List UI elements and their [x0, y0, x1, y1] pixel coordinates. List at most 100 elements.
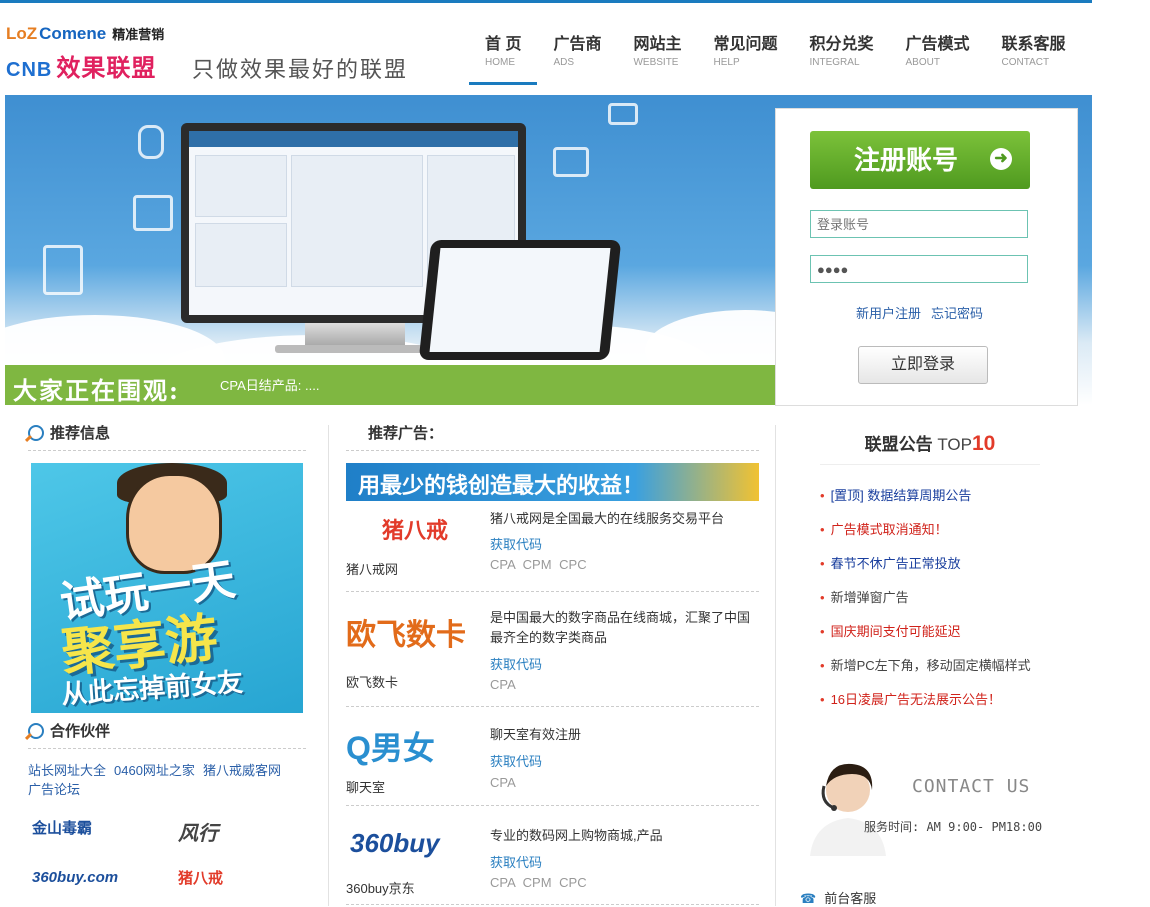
- notice-title-top: TOP: [937, 435, 972, 454]
- notice-item[interactable]: 春节不休广告正常投放: [820, 547, 1060, 581]
- ad-logo[interactable]: 欧飞数卡: [346, 610, 480, 652]
- nav-item-ads[interactable]: 广告商 ADS: [537, 30, 617, 86]
- news-ticker: 大家正在围观: CPA日结产品: ....: [5, 365, 775, 405]
- arrow-right-icon: ➜: [990, 148, 1012, 170]
- brand-cnb-mark: CNB: [6, 59, 53, 81]
- nav-label: 首 页: [485, 36, 522, 53]
- customer-service-avatar: [810, 763, 886, 856]
- partner-links: 站长网址大全 0460网址之家 猪八戒威客网广告论坛: [28, 761, 306, 799]
- get-code-link[interactable]: 获取代码: [490, 751, 542, 770]
- mail-icon: [608, 103, 638, 125]
- nav-sublabel: HELP: [713, 57, 740, 68]
- search-icon: [28, 424, 44, 441]
- username-input[interactable]: [810, 210, 1028, 238]
- notice-item[interactable]: 广告模式取消通知！: [820, 513, 1060, 547]
- register-label: 注册账号: [854, 145, 959, 175]
- site-logo[interactable]: LoZ Comene 精准营销 CNB 效果联盟 只做效果最好的联盟: [6, 22, 436, 83]
- monitor-base: [275, 345, 435, 353]
- notice-item[interactable]: 16日凌晨广告无法展示公告！: [820, 683, 1060, 717]
- nav-item-contact[interactable]: 联系客服 CONTACT: [986, 30, 1082, 86]
- brand-name: Comene: [39, 24, 107, 43]
- recommended-ads-title: 推荐广告：: [346, 422, 759, 451]
- document-icon: [43, 245, 83, 295]
- login-links: 新用户注册 忘记密码: [856, 303, 993, 322]
- nav-sublabel: CONTACT: [1001, 57, 1050, 68]
- ad-name: 360buy京东: [346, 881, 415, 896]
- partner-logo-zhubajie[interactable]: 猪八戒: [178, 867, 223, 888]
- top-accent-line: [0, 0, 1092, 3]
- partner-logos: 金山毒霸 风行 360buy.com 猪八戒: [28, 811, 306, 901]
- brand-tag: 精准营销: [112, 27, 165, 42]
- nav-label: 网站主: [633, 36, 682, 53]
- ad-logo[interactable]: Q男女: [346, 723, 480, 766]
- contact-us-heading: CONTACT US: [912, 776, 1031, 797]
- partner-link[interactable]: 0460网址之家: [114, 763, 195, 778]
- nav-label: 常见问题: [713, 36, 778, 53]
- recommend-title: 推荐信息: [50, 425, 111, 442]
- notice-item[interactable]: 国庆期间支付可能延迟: [820, 615, 1060, 649]
- nav-sublabel: INTEGRAL: [809, 57, 860, 68]
- headset-icon: ☎: [800, 891, 817, 906]
- ad-item: 猪八戒 猪八戒网 猪八戒网是全国最大的在线服务交易平台 获取代码 CPA CPM…: [346, 501, 759, 592]
- ad-modes: CPA CPM CPC: [490, 875, 587, 890]
- ad-description: 是中国最大的数字商品在线商城，汇聚了中国最齐全的数字类商品: [490, 610, 751, 645]
- notice-item[interactable]: [置顶] 数据结算周期公告: [820, 479, 1060, 513]
- front-desk-service[interactable]: ☎ 前台客服: [800, 888, 876, 907]
- ad-description: 猪八戒网是全国最大的在线服务交易平台: [490, 511, 725, 526]
- brand-cn-name: 效果联盟: [56, 55, 157, 82]
- news-ticker-text[interactable]: CPA日结产品: ....: [220, 375, 319, 394]
- register-button[interactable]: 注册账号 ➜: [810, 131, 1030, 189]
- partner-logo-360buy[interactable]: 360buy.com: [32, 869, 118, 886]
- ad-logo-text: Q男女: [346, 730, 435, 766]
- new-user-link[interactable]: 新用户注册: [856, 306, 921, 321]
- ad-description: 聊天室有效注册: [490, 727, 582, 742]
- partner-link[interactable]: 站长网址大全: [28, 763, 106, 778]
- calendar-icon: [133, 195, 173, 231]
- forgot-password-link[interactable]: 忘记密码: [931, 306, 983, 321]
- ad-item: 欧飞数卡 欧飞数卡 是中国最大的数字商品在线商城，汇聚了中国最齐全的数字类商品 …: [346, 592, 759, 707]
- nav-item-help[interactable]: 常见问题 HELP: [697, 30, 793, 86]
- promo-image[interactable]: 试玩一天 聚享游 从此忘掉前女友: [31, 463, 303, 713]
- nav-sublabel: HOME: [485, 57, 515, 68]
- ad-modes: CPA: [490, 677, 516, 692]
- ad-logo[interactable]: 猪八戒: [346, 509, 480, 549]
- ad-banner[interactable]: 用最少的钱创造最大的收益！: [346, 463, 759, 501]
- middle-column: 推荐广告： 用最少的钱创造最大的收益！ 猪八戒 猪八戒网 猪八戒网是全国最大的在…: [346, 422, 759, 905]
- partner-link[interactable]: 猪八戒威客网: [203, 763, 281, 778]
- nav-item-about[interactable]: 广告模式 ABOUT: [890, 30, 986, 86]
- brand-loz-mark: LoZ: [6, 24, 38, 43]
- partner-logo-fengxing[interactable]: 风行: [178, 817, 218, 846]
- password-input[interactable]: [810, 255, 1028, 283]
- nav-label: 广告商: [553, 36, 602, 53]
- partners-title: 合作伙伴: [50, 723, 111, 740]
- nav-sublabel: WEBSITE: [633, 57, 679, 68]
- notice-header: 联盟公告 TOP10: [820, 430, 1040, 465]
- nav-sublabel: ADS: [553, 57, 575, 68]
- get-code-link[interactable]: 获取代码: [490, 534, 542, 553]
- service-label: 前台客服: [824, 891, 877, 906]
- contact-block: CONTACT US 服务时间: AM 9:00- PM18:00: [800, 756, 1060, 866]
- image-icon: [553, 147, 589, 177]
- ad-item: 360buy 360buy京东 专业的数码网上购物商城,产品 获取代码 CPA …: [346, 806, 759, 905]
- ad-logo[interactable]: 360buy: [346, 828, 480, 868]
- login-button[interactable]: 立即登录: [858, 346, 988, 384]
- partners-section: 合作伙伴 站长网址大全 0460网址之家 猪八戒威客网广告论坛 金山毒霸 风行 36…: [28, 720, 306, 901]
- partner-logo-kingsoft[interactable]: 金山毒霸: [32, 817, 92, 838]
- tablet-illustration: [418, 240, 622, 360]
- get-code-link[interactable]: 获取代码: [490, 654, 542, 673]
- ad-logo-text: 360buy: [350, 828, 440, 858]
- nav-item-integral[interactable]: 积分兑奖 INTEGRAL: [794, 30, 890, 86]
- nav-item-home[interactable]: 首 页 HOME: [469, 30, 538, 86]
- nav-label: 联系客服: [1001, 36, 1066, 53]
- brand-main: CNB 效果联盟: [6, 48, 156, 83]
- notice-item[interactable]: 新增弹窗广告: [820, 581, 1060, 615]
- ad-name: 猪八戒网: [346, 562, 399, 577]
- nav-item-website[interactable]: 网站主 WEBSITE: [617, 30, 697, 86]
- left-column: 推荐信息 试玩一天 聚享游 从此忘掉前女友 合作伙伴 站长网址大全 0460网址之…: [28, 422, 306, 887]
- column-divider: [775, 425, 776, 906]
- ad-modes: CPA CPM CPC: [490, 557, 587, 572]
- partner-link[interactable]: 广告论坛: [28, 782, 80, 797]
- notice-item[interactable]: 新增PC左下角，移动固定横幅样式: [820, 649, 1060, 683]
- get-code-link[interactable]: 获取代码: [490, 852, 542, 871]
- ad-item: Q男女 聊天室 聊天室有效注册 获取代码 CPA: [346, 707, 759, 806]
